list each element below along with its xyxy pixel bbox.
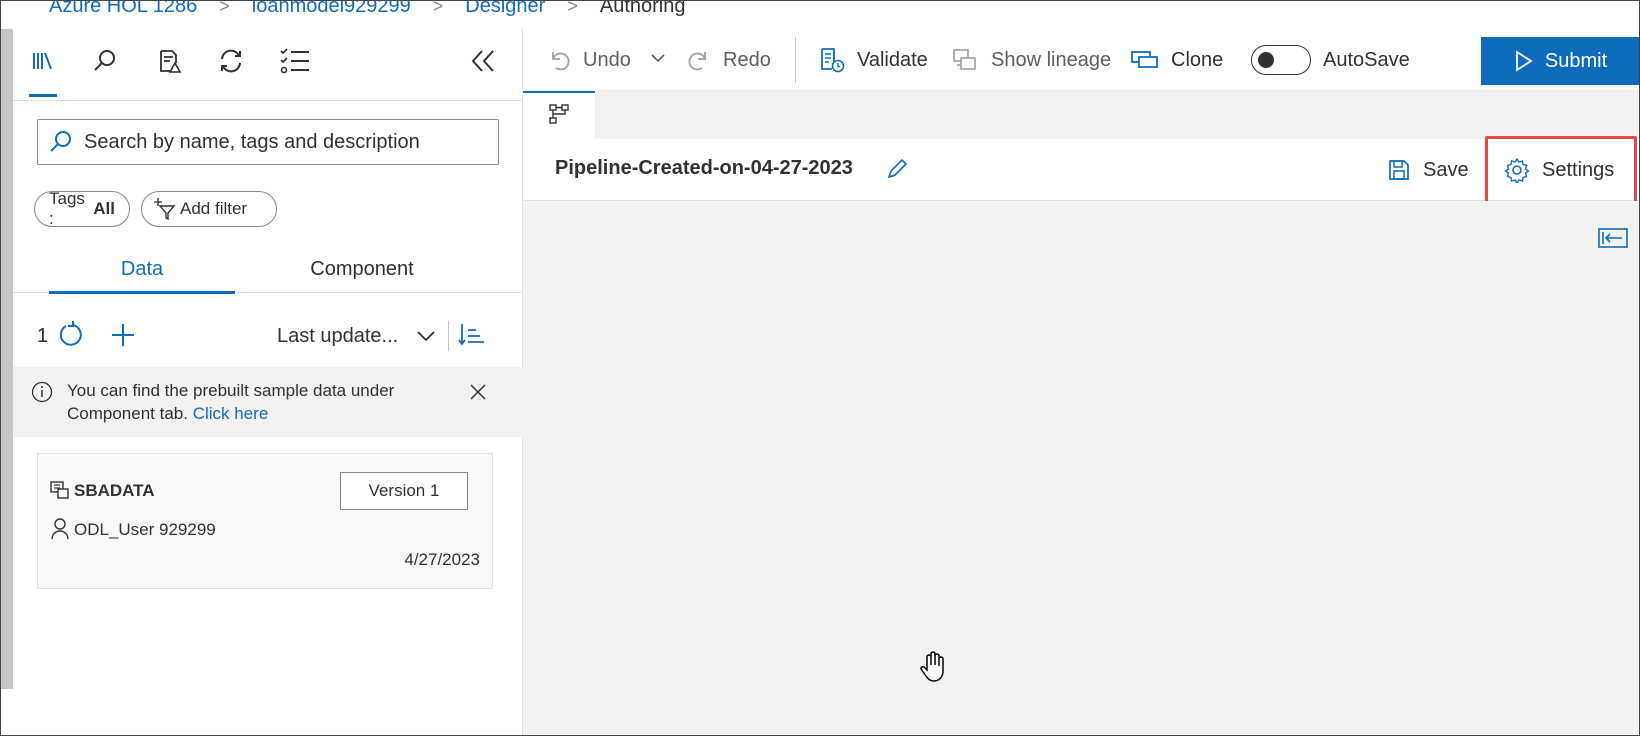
validate-icon — [819, 47, 845, 73]
info-message: You can find the prebuilt sample data un… — [67, 379, 477, 425]
tags-filter-pill[interactable]: Tags : All — [34, 189, 130, 228]
hand-cursor-icon — [919, 651, 949, 688]
undo-label: Undo — [583, 48, 631, 71]
search-icon[interactable] — [87, 43, 123, 79]
save-label: Save — [1423, 158, 1469, 181]
clone-label: Clone — [1171, 48, 1224, 71]
tags-label: Tags : — [49, 189, 85, 228]
pipeline-tab[interactable] — [523, 91, 595, 139]
undo-icon — [547, 48, 571, 72]
info-icon — [31, 381, 53, 409]
double-chevron-left-icon[interactable] — [463, 43, 503, 79]
panel-toggle-icon[interactable] — [1597, 227, 1629, 249]
dataset-name: SBADATA — [74, 481, 155, 500]
submit-label: Submit — [1544, 49, 1608, 72]
library-icon[interactable] — [25, 43, 61, 97]
tags-value: All — [93, 199, 115, 218]
tab-component[interactable]: Component — [269, 245, 455, 293]
search-icon — [38, 120, 84, 164]
info-message-bar: You can find the prebuilt sample data un… — [13, 367, 523, 437]
show-lineage-button[interactable]: Show lineage — [953, 29, 1111, 91]
autosave-label: AutoSave — [1323, 48, 1410, 71]
breadcrumb-resource[interactable]: loanmodel929299 — [252, 1, 411, 18]
autosave-toggle[interactable]: AutoSave — [1251, 29, 1410, 91]
add-filter-icon — [154, 198, 176, 220]
chevron-down-icon[interactable] — [415, 325, 437, 352]
save-icon — [1387, 158, 1411, 182]
dataset-icon — [50, 480, 70, 505]
play-icon — [1515, 50, 1533, 72]
search-input[interactable] — [84, 130, 484, 154]
breadcrumb-separator: > — [219, 0, 230, 16]
validate-button[interactable]: Validate — [819, 29, 928, 91]
list-toolbar: 1 Last update... — [13, 313, 523, 359]
refresh-icon[interactable] — [213, 43, 249, 79]
close-icon[interactable] — [469, 383, 487, 407]
clone-button[interactable]: Clone — [1131, 29, 1223, 91]
add-filter-label: Add filter — [180, 199, 248, 218]
edit-icon[interactable] — [885, 157, 909, 186]
designer-toolbar: Undo Redo Validate Show lineage Clone Au… — [523, 29, 1639, 91]
redo-button[interactable]: Redo — [687, 29, 771, 91]
left-scroll-edge[interactable] — [1, 29, 13, 689]
redo-icon — [687, 48, 711, 72]
tab-data[interactable]: Data — [49, 245, 235, 294]
validate-label: Validate — [857, 48, 928, 71]
divider — [448, 321, 449, 351]
task-list-icon[interactable] — [277, 43, 313, 79]
data-warning-icon[interactable] — [151, 43, 187, 79]
chevron-down-icon[interactable] — [649, 49, 667, 72]
dataset-owner: ODL_User 929299 — [74, 520, 216, 539]
redo-label: Redo — [723, 48, 771, 71]
show-lineage-label: Show lineage — [991, 48, 1112, 71]
dataset-date: 4/27/2023 — [404, 550, 480, 569]
breadcrumb-current: Authoring — [599, 0, 686, 17]
pipeline-canvas[interactable] — [523, 201, 1639, 735]
lineage-icon — [953, 48, 979, 72]
breadcrumb-separator: > — [567, 0, 578, 16]
sort-dropdown[interactable]: Last update... — [277, 325, 398, 348]
library-tabs: Data Component — [13, 245, 523, 294]
add-icon[interactable] — [109, 321, 137, 354]
breadcrumb-designer[interactable]: Designer — [465, 1, 545, 18]
add-filter-button[interactable]: Add filter — [141, 191, 277, 227]
library-icon-bar — [13, 29, 523, 101]
item-count: 1 — [37, 325, 49, 347]
search-box[interactable] — [37, 119, 499, 165]
breadcrumb: Azure HOL 1286 > loanmodel929299 > Desig… — [49, 0, 686, 21]
version-button[interactable]: Version 1 — [340, 472, 468, 510]
breadcrumb-separator: > — [432, 0, 444, 16]
save-button[interactable]: Save — [1387, 139, 1469, 201]
submit-button[interactable]: Submit — [1481, 37, 1639, 85]
settings-highlight-box — [1485, 136, 1637, 206]
dataset-card[interactable]: SBADATA Version 1 ODL_User 929299 4/27/2… — [37, 453, 493, 589]
toggle-switch[interactable] — [1251, 45, 1311, 75]
pipeline-graph-icon — [548, 103, 570, 130]
canvas-tab-strip — [523, 91, 1639, 139]
undo-button[interactable]: Undo — [547, 29, 631, 91]
asset-library-panel: Tags : All Add filter Data Component 1 L… — [13, 29, 523, 735]
breadcrumb-workspace[interactable]: Azure HOL 1286 — [49, 1, 197, 18]
pipeline-header: Pipeline-Created-on-04-27-2023 Save Sett… — [523, 139, 1639, 201]
sort-direction-icon[interactable] — [457, 321, 485, 354]
user-icon — [50, 518, 70, 545]
clone-icon — [1131, 49, 1159, 71]
toolbar-divider — [795, 37, 796, 83]
info-link[interactable]: Click here — [193, 404, 269, 423]
pipeline-title: Pipeline-Created-on-04-27-2023 — [555, 157, 853, 179]
window: Azure HOL 1286 > loanmodel929299 > Desig… — [0, 0, 1640, 736]
refresh-icon[interactable] — [57, 321, 85, 354]
